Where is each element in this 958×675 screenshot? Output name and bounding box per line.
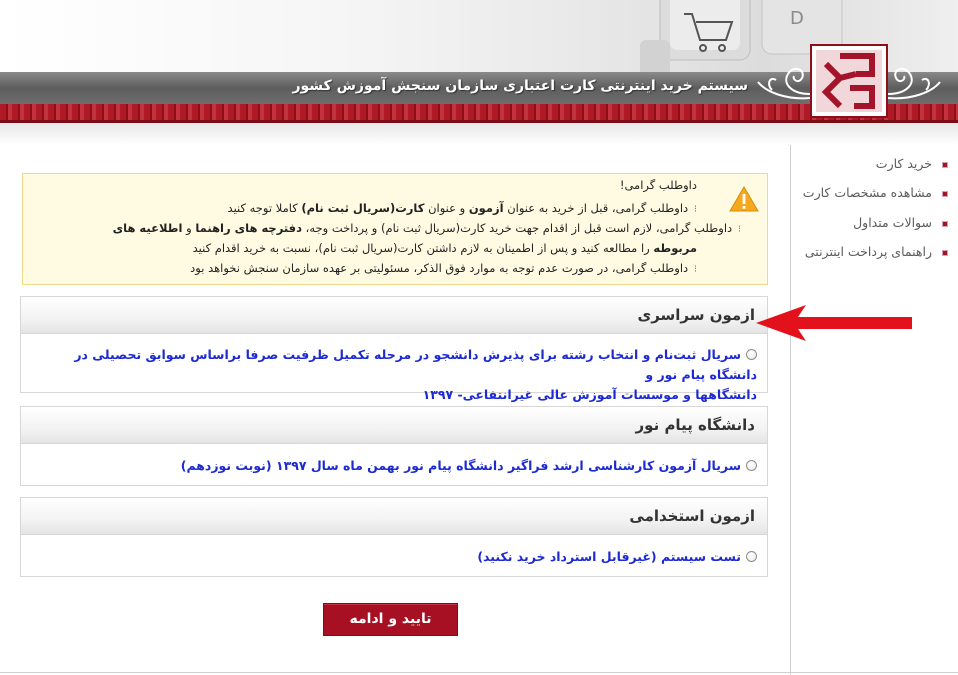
option-label[interactable]: سریال آزمون کارشناسی ارشد فراگیر دانشگاه… — [181, 458, 741, 473]
red-arrow — [756, 305, 912, 341]
option-label[interactable]: دانشگاهها و موسسات آموزش عالی غیرانتفاعی… — [423, 387, 757, 402]
sidebar-item-faq[interactable]: سوالات متداول — [853, 215, 932, 230]
notice-text: و عنوان — [428, 201, 466, 215]
svg-text:D: D — [790, 8, 804, 29]
notice-text: داوطلب گرامی، لازم است قبل از اقدام جهت … — [305, 221, 733, 235]
section-title: دانشگاه پیام نور — [635, 416, 755, 434]
notice-text: کاملا توجه کنید — [227, 201, 298, 215]
bullet-icon: ⁝ — [693, 204, 697, 215]
section-title: ازمون استخدامی — [629, 507, 755, 525]
sidebar-item-card-details[interactable]: مشاهده مشخصات کارت — [803, 185, 932, 200]
bullet-icon — [942, 221, 948, 227]
exam-section-employment: ازمون استخدامی تست سیستم (غیرقابل استردا… — [20, 497, 768, 577]
notice-text: داوطلب گرامی، قبل از خرید به عنوان — [507, 201, 689, 215]
exam-section-national: ازمون سراسری سریال ثبت‌نام و انتخاب رشته… — [20, 296, 768, 402]
bullet-icon: ⁝ — [693, 264, 697, 275]
notice-bold-text: مربوطه — [653, 241, 697, 255]
section-header: ازمون سراسری — [21, 297, 767, 334]
radio-button[interactable] — [746, 460, 757, 471]
site-header: D سیستم خرید اینترنتی کارت اعتباری سازما… — [0, 0, 958, 145]
notice-bold-text: اطلاعیه های — [112, 221, 183, 235]
option-label[interactable]: تست سیستم (غیرقابل استرداد خرید نکنید) — [477, 549, 741, 564]
notice-line: مربوطه را مطالعه کنید و پس از اطمینان به… — [193, 241, 697, 255]
notice-text: داوطلب گرامی، در صورت عدم توجه به موارد … — [190, 261, 689, 275]
page-bottom-border — [0, 672, 958, 673]
notice-bold-text: کارت(سریال ثبت نام) — [301, 201, 425, 215]
ornament-left-icon — [757, 67, 811, 100]
bullet-icon: ⁝ — [737, 224, 741, 235]
notice-greeting: داوطلب گرامی! — [619, 178, 697, 192]
notice-bold-text: دفترچه های راهنما — [195, 221, 302, 235]
notice-text: را مطالعه کنید و پس از اطمینان به لازم د… — [192, 241, 650, 255]
site-title: سیستم خرید اینترنتی کارت اعتباری سازمان … — [292, 78, 748, 94]
submit-button[interactable]: تایید و ادامه — [323, 603, 458, 636]
sidebar: خرید کارت مشاهده مشخصات کارت سوالات متدا… — [790, 145, 958, 675]
exam-section-payame-noor: دانشگاه پیام نور سریال آزمون کارشناسی ار… — [20, 406, 768, 486]
warning-notice: داوطلب گرامی! ⁝ داوطلب گرامی، قبل از خری… — [22, 173, 768, 285]
warning-icon — [729, 186, 759, 212]
exam-option[interactable]: سریال آزمون کارشناسی ارشد فراگیر دانشگاه… — [181, 456, 757, 476]
notice-line: ⁝ داوطلب گرامی، لازم است قبل از اقدام جه… — [113, 221, 741, 235]
sidebar-item-payment-guide[interactable]: راهنمای پرداخت اینترنتی — [805, 244, 932, 259]
header-shadow — [0, 123, 958, 145]
notice-bold-text: آزمون — [468, 201, 504, 215]
bullet-icon — [942, 162, 948, 168]
sanjesh-logo — [810, 44, 888, 118]
section-header: ازمون استخدامی — [21, 498, 767, 535]
section-header: دانشگاه پیام نور — [21, 407, 767, 444]
notice-line: ⁝ داوطلب گرامی، قبل از خرید به عنوان آزم… — [228, 201, 697, 215]
ornament-right-icon — [887, 67, 941, 100]
bullet-icon — [942, 191, 948, 197]
bullet-icon — [942, 250, 948, 256]
notice-line: ⁝ داوطلب گرامی، در صورت عدم توجه به موار… — [190, 261, 697, 275]
sidebar-item-buy-card[interactable]: خرید کارت — [876, 156, 932, 171]
radio-button[interactable] — [746, 349, 757, 360]
radio-button[interactable] — [746, 551, 757, 562]
main-content: داوطلب گرامی! ⁝ داوطلب گرامی، قبل از خری… — [0, 145, 790, 675]
section-title: ازمون سراسری — [637, 306, 755, 324]
option-label[interactable]: سریال ثبت‌نام و انتخاب رشته برای پذیرش د… — [74, 347, 757, 382]
exam-option[interactable]: تست سیستم (غیرقابل استرداد خرید نکنید) — [477, 547, 757, 567]
exam-option[interactable]: سریال ثبت‌نام و انتخاب رشته برای پذیرش د… — [37, 345, 757, 405]
notice-text: و — [186, 221, 192, 235]
